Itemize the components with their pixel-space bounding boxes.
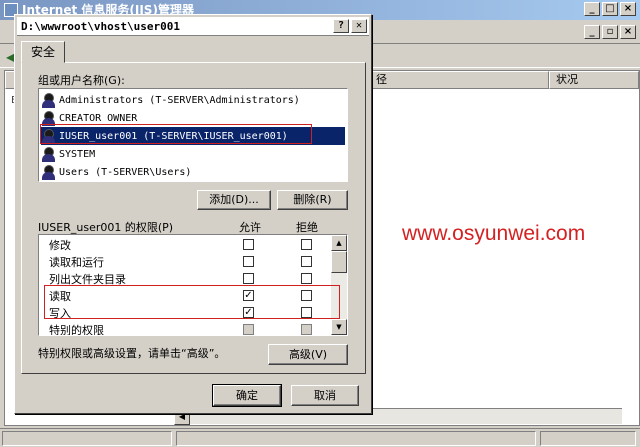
scroll-up-icon[interactable]: ▲	[331, 235, 347, 251]
allow-checkbox[interactable]: ✓	[243, 290, 254, 301]
permission-name: 修改	[49, 239, 71, 252]
permission-row: 修改	[39, 236, 343, 253]
scroll-thumb[interactable]	[331, 251, 347, 273]
dialog-close-button[interactable]: ✕	[351, 19, 367, 33]
ok-button[interactable]: 确定	[212, 384, 282, 407]
status-segment	[540, 431, 636, 446]
deny-checkbox[interactable]	[301, 239, 312, 250]
advanced-button[interactable]: 高级(V)	[268, 344, 348, 365]
deny-checkbox[interactable]	[301, 324, 312, 335]
deny-checkbox[interactable]	[301, 256, 312, 267]
users-listbox[interactable]: Administrators (T-SERVER\Administrators)…	[38, 88, 348, 182]
user-list-item[interactable]: CREATOR OWNER	[41, 109, 345, 127]
deny-checkbox[interactable]	[301, 290, 312, 301]
status-segment	[176, 431, 536, 446]
deny-checkbox[interactable]	[301, 307, 312, 318]
dialog-title: D:\wwwroot\vhost\user001	[21, 20, 180, 33]
permissions-list: 特别的权限 写入 ✓ 读取 ✓ 列出文件夹目录 读取和运行 修改 ▲ ▼	[38, 234, 348, 336]
user-group-icon	[41, 164, 57, 180]
advanced-hint: 特别权限或高级设置，请单击“高级”。	[38, 347, 226, 360]
user-group-icon	[41, 110, 57, 126]
allow-checkbox[interactable]	[243, 324, 254, 335]
list-header-path[interactable]: 径	[369, 71, 549, 89]
maximize-button[interactable]: □	[602, 2, 618, 16]
list-header-status[interactable]: 状况	[549, 71, 639, 89]
permission-row: 读取 ✓	[39, 287, 343, 304]
permission-row: 写入 ✓	[39, 304, 343, 321]
allow-checkbox[interactable]: ✓	[243, 307, 254, 318]
tab-security[interactable]: 安全	[21, 41, 65, 63]
user-list-item[interactable]: Administrators (T-SERVER\Administrators)	[41, 91, 345, 109]
allow-checkbox[interactable]	[243, 239, 254, 250]
user-list-item[interactable]: Users (T-SERVER\Users)	[41, 163, 345, 181]
user-list-item-label: CREATOR OWNER	[59, 112, 138, 124]
status-bar	[0, 428, 640, 447]
scroll-down-icon[interactable]: ▼	[331, 319, 347, 335]
child-close-button[interactable]: ×	[620, 25, 636, 39]
user-list-item-label: IUSER_user001 (T-SERVER\IUSER_user001)	[59, 130, 288, 142]
allow-checkbox[interactable]	[243, 256, 254, 267]
permission-row: 特别的权限	[39, 321, 343, 336]
close-button[interactable]: ×	[620, 2, 636, 16]
user-list-item[interactable]: SYSTEM	[41, 145, 345, 163]
user-group-icon	[41, 128, 57, 144]
user-list-item[interactable]: IUSER_user001 (T-SERVER\IUSER_user001)	[41, 127, 345, 145]
permission-name: 读取和运行	[49, 256, 104, 269]
permissions-label: IUSER_user001 的权限(P)	[38, 221, 174, 234]
remove-user-button[interactable]: 删除(R)	[277, 190, 348, 210]
child-restore-button[interactable]: ▫	[602, 25, 618, 39]
deny-checkbox[interactable]	[301, 273, 312, 284]
permission-name: 特别的权限	[49, 324, 104, 336]
permission-name: 列出文件夹目录	[49, 273, 126, 286]
watermark-text: www.osyunwei.com	[402, 222, 586, 245]
user-list-item-label: Users (T-SERVER\Users)	[59, 166, 192, 178]
allow-column-header: 允许	[239, 221, 261, 234]
permission-name: 写入	[49, 307, 71, 320]
permissions-scrollbar[interactable]: ▲ ▼	[331, 235, 347, 335]
user-group-icon	[41, 146, 57, 162]
dialog-title-bar: D:\wwwroot\vhost\user001 ? ✕	[17, 17, 369, 36]
minimize-button[interactable]: _	[584, 2, 600, 16]
users-label: 组或用户名称(G):	[38, 74, 125, 87]
user-group-icon	[41, 92, 57, 108]
cancel-button[interactable]: 取消	[291, 385, 359, 406]
status-segment	[2, 431, 172, 446]
permission-name: 读取	[49, 290, 71, 303]
help-button[interactable]: ?	[333, 19, 349, 33]
child-minimize-button[interactable]: _	[584, 25, 600, 39]
add-user-button[interactable]: 添加(D)...	[197, 190, 271, 210]
permission-row: 读取和运行	[39, 253, 343, 270]
permission-row: 列出文件夹目录	[39, 270, 343, 287]
deny-column-header: 拒绝	[296, 221, 318, 234]
user-list-item-label: SYSTEM	[59, 148, 96, 160]
user-list-item-label: Administrators (T-SERVER\Administrators)	[59, 94, 300, 106]
allow-checkbox[interactable]	[243, 273, 254, 284]
